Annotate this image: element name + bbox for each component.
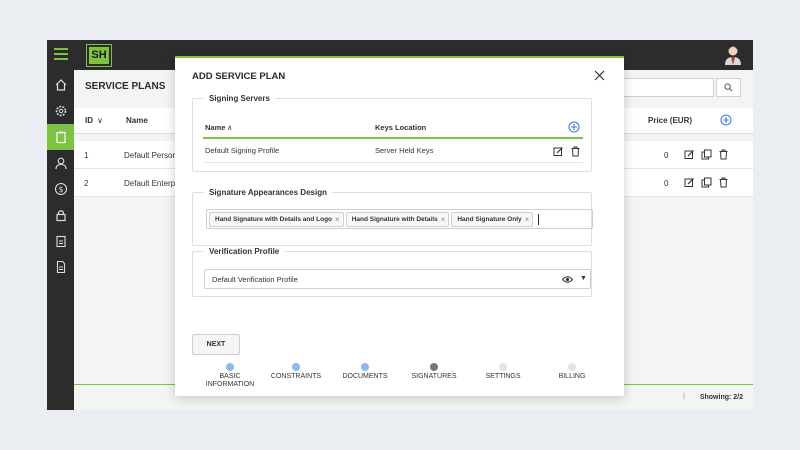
sidebar-item-home[interactable] (47, 72, 74, 98)
step-documents[interactable]: DOCUMENTS (330, 363, 400, 381)
search-button[interactable] (716, 78, 741, 97)
signature-appearances-section: Signature Appearances Design Hand Signat… (192, 188, 593, 246)
text-cursor (538, 213, 540, 225)
clipboard-icon (55, 131, 66, 144)
column-name[interactable]: Name (126, 116, 148, 125)
step-label: BASIC INFORMATION (205, 373, 255, 388)
step-billing[interactable]: BILLING (537, 363, 607, 381)
sidebar-item-security[interactable] (47, 202, 74, 228)
row-price: 0 (664, 151, 669, 160)
add-plan-icon[interactable] (720, 114, 732, 128)
sidebar-item-billing[interactable]: $ (47, 176, 74, 202)
column-price[interactable]: Price (EUR) (648, 116, 692, 125)
app-logo: SH (86, 44, 112, 67)
add-server-icon[interactable] (568, 121, 580, 133)
sidebar-item-settings[interactable] (47, 98, 74, 124)
edit-icon[interactable] (553, 146, 564, 157)
search-icon (724, 83, 733, 92)
trash-icon[interactable] (718, 177, 729, 188)
step-label: BILLING (558, 373, 586, 380)
row-id: 2 (84, 179, 89, 188)
sidebar-item-service-plans[interactable] (47, 124, 74, 150)
dialog-title: ADD SERVICE PLAN (192, 71, 286, 82)
svg-text:$: $ (58, 185, 63, 194)
remove-chip-icon[interactable]: × (441, 215, 446, 224)
trash-icon[interactable] (570, 146, 581, 157)
column-keys-location: Keys Location (375, 123, 427, 132)
appearance-chip: Hand Signature with Details × (345, 211, 450, 227)
step-label: DOCUMENTS (342, 373, 388, 380)
eye-icon[interactable] (562, 275, 573, 284)
sidebar-item-documents[interactable] (47, 254, 74, 280)
hamburger-menu-icon[interactable] (54, 48, 68, 62)
gear-icon (55, 105, 66, 117)
server-keys: Server Held Keys (375, 146, 434, 155)
chevron-down-icon[interactable]: ▼ (580, 275, 587, 282)
wizard-stepper: BASIC INFORMATION CONSTRAINTS DOCUMENTS … (195, 363, 595, 393)
section-legend: Signature Appearances Design (209, 188, 327, 197)
step-dot (568, 363, 576, 371)
add-service-plan-dialog: ADD SERVICE PLAN Signing Servers Name ∧ … (175, 56, 624, 396)
section-legend: Verification Profile (209, 247, 280, 256)
close-icon[interactable] (593, 69, 606, 82)
user-avatar-icon[interactable] (724, 45, 742, 65)
row-name: Default Enterp (124, 179, 176, 188)
sidebar-item-users[interactable] (47, 150, 74, 176)
step-basic-information[interactable]: BASIC INFORMATION (195, 363, 265, 389)
showing-count: Showing: 2/2 (699, 394, 743, 401)
home-icon (55, 79, 66, 91)
verification-profile-select[interactable]: Default Verification Profile ▼ (204, 269, 591, 289)
step-label: SIGNATURES (411, 373, 457, 380)
sidebar: $ (47, 70, 74, 410)
step-dot (292, 363, 300, 371)
copy-icon[interactable] (701, 177, 712, 188)
step-constraints[interactable]: CONSTRAINTS (261, 363, 331, 381)
sidebar-item-reports[interactable] (47, 228, 74, 254)
selected-value: Default Verification Profile (212, 275, 298, 284)
dollar-icon: $ (54, 182, 67, 196)
server-name: Default Signing Profile (205, 146, 280, 155)
row-id: 1 (84, 151, 89, 160)
sort-desc-icon[interactable]: ∨ (97, 116, 103, 125)
next-button[interactable]: NEXT (192, 334, 240, 355)
column-id[interactable]: ID (85, 116, 93, 125)
verification-profile-section: Verification Profile Default Verificatio… (192, 247, 592, 297)
chip-label: Hand Signature with Details (351, 215, 438, 223)
section-legend: Signing Servers (209, 94, 270, 103)
edit-icon[interactable] (684, 177, 695, 188)
appearances-multiselect[interactable]: Hand Signature with Details and Logo × Ha… (206, 209, 593, 229)
appearance-chip: Hand Signature with Details and Logo × (209, 211, 344, 227)
copy-icon[interactable] (701, 149, 712, 160)
trash-icon[interactable] (718, 149, 729, 160)
row-name: Default Person (124, 151, 177, 160)
column-name[interactable]: Name (205, 123, 225, 132)
search-input[interactable] (614, 78, 714, 97)
step-dot (361, 363, 369, 371)
signing-servers-section: Signing Servers Name ∧ Keys Location Def… (192, 94, 592, 172)
remove-chip-icon[interactable]: × (335, 215, 340, 224)
appearance-chip: Hand Signature Only × (451, 211, 534, 227)
chip-label: Hand Signature Only (457, 215, 522, 223)
step-settings[interactable]: SETTINGS (468, 363, 538, 381)
document-icon (56, 260, 65, 274)
servers-table-header: Name ∧ Keys Location (203, 119, 583, 139)
lock-icon (55, 210, 66, 222)
edit-icon[interactable] (684, 149, 695, 160)
sort-asc-icon[interactable]: ∧ (227, 123, 233, 132)
remove-chip-icon[interactable]: × (525, 215, 530, 224)
chip-label: Hand Signature with Details and Logo (215, 215, 333, 223)
page-title: SERVICE PLANS (85, 81, 166, 92)
clipboard-check-icon (55, 235, 66, 248)
step-label: SETTINGS (485, 373, 521, 380)
step-dot (499, 363, 507, 371)
agent-icon (54, 157, 67, 170)
step-dot (226, 363, 234, 371)
footer-separator: | (683, 393, 685, 400)
row-price: 0 (664, 179, 669, 188)
server-row[interactable]: Default Signing Profile Server Held Keys (203, 143, 583, 163)
step-signatures[interactable]: SIGNATURES (399, 363, 469, 381)
step-label: CONSTRAINTS (270, 373, 322, 380)
step-dot (430, 363, 438, 371)
